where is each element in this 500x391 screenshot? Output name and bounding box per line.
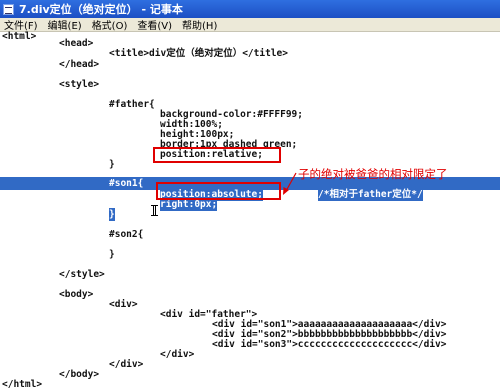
- menu-help[interactable]: 帮助(H): [182, 17, 217, 32]
- menu-view[interactable]: 查看(V): [137, 17, 172, 32]
- annotation-text: 子的绝对被爸爸的相对限定了: [298, 167, 448, 181]
- title-bar: 7.div定位（绝对定位） - 记事本: [0, 0, 500, 18]
- annotation-arrow: [283, 172, 297, 195]
- window-title: 7.div定位（绝对定位） - 记事本: [19, 3, 183, 16]
- menu-edit[interactable]: 编辑(E): [48, 17, 82, 32]
- text-editor[interactable]: <html> <head> <title>div定位（绝对定位）</title>…: [0, 31, 500, 391]
- menu-bar: 文件(F) 编辑(E) 格式(O) 查看(V) 帮助(H): [0, 18, 500, 32]
- menu-format[interactable]: 格式(O): [92, 17, 128, 32]
- notepad-icon: [3, 3, 14, 15]
- text-cursor-icon: [151, 205, 158, 216]
